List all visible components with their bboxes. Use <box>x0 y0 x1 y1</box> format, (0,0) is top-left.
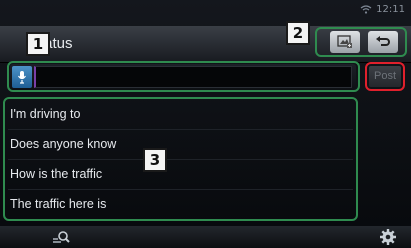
voice-input-button[interactable] <box>12 66 32 88</box>
template-item-1[interactable]: I'm driving to <box>8 100 353 130</box>
back-button[interactable] <box>368 31 398 53</box>
template-item-3[interactable]: How is the traffic <box>8 160 353 190</box>
status-text-input[interactable] <box>34 66 352 88</box>
search-list-icon[interactable] <box>52 228 70 246</box>
wifi-icon <box>360 4 372 14</box>
callout-2: 2 <box>286 21 310 45</box>
post-button[interactable]: Post <box>369 66 401 87</box>
callout-3: 3 <box>143 148 167 172</box>
callout-1: 1 <box>26 32 50 56</box>
image-attach-icon <box>337 35 352 48</box>
template-list: I'm driving to Does anyone know How is t… <box>8 100 353 219</box>
template-item-4[interactable]: The traffic here is <box>8 190 353 219</box>
attach-image-button[interactable] <box>330 31 360 53</box>
back-icon <box>376 36 390 46</box>
clock: 12:11 <box>376 3 405 15</box>
gear-icon[interactable] <box>379 228 397 246</box>
template-item-2[interactable]: Does anyone know <box>8 130 353 160</box>
status-update-screen: 12:11 tatus 1 2 Post I'm driving to Does… <box>0 0 411 248</box>
microphone-icon <box>18 71 26 84</box>
status-bar: 12:11 <box>360 2 405 16</box>
